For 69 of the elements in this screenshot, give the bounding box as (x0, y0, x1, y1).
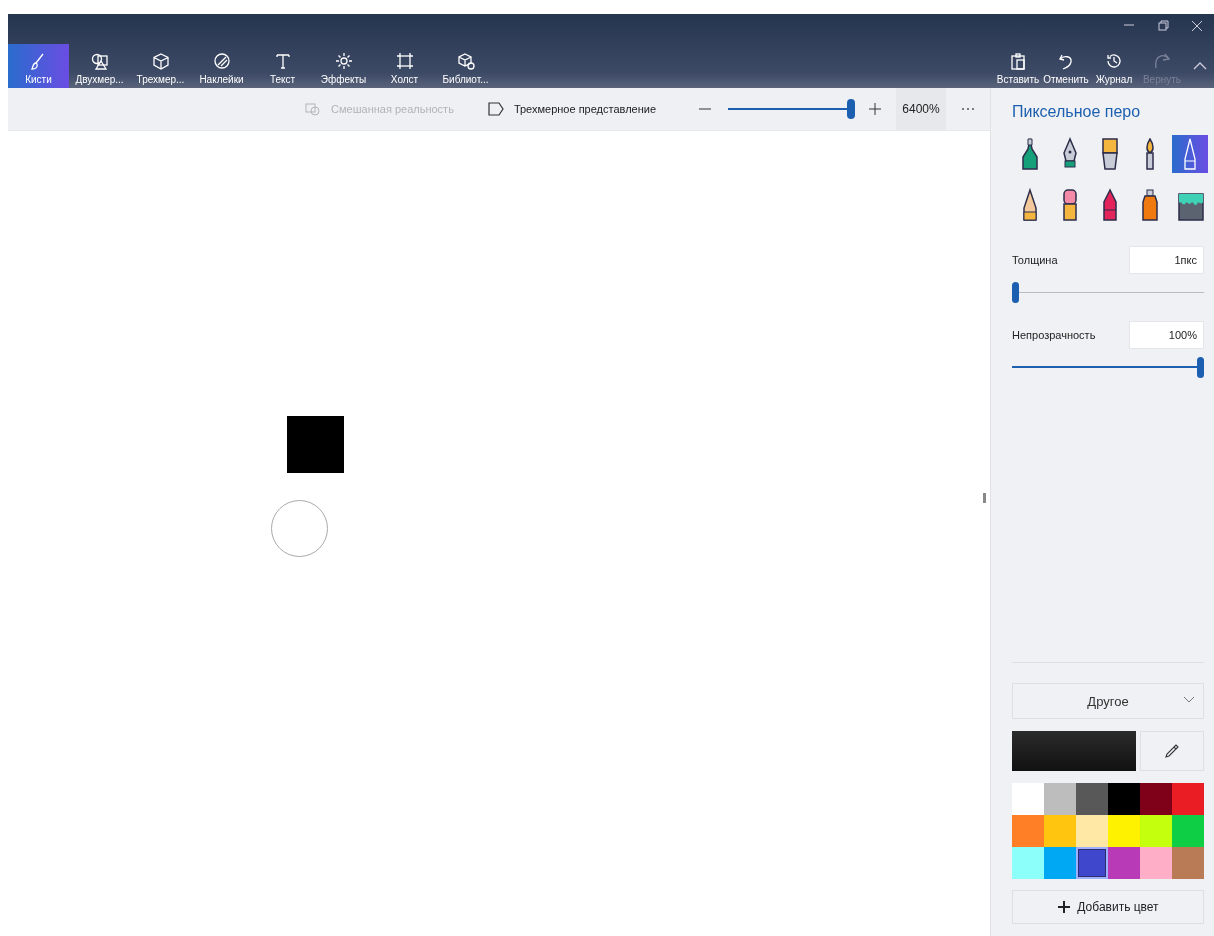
ribbon-tab[interactable]: Текст (252, 44, 313, 88)
pen-icon (1182, 138, 1198, 170)
color-swatch[interactable] (1076, 815, 1108, 847)
square-shape (287, 416, 344, 473)
color-swatch[interactable] (1172, 847, 1204, 879)
ribbon-tab[interactable]: Трехмер... (130, 44, 191, 88)
slider-thumb[interactable] (1012, 282, 1019, 303)
color-swatch[interactable] (1140, 847, 1172, 879)
shapes2d-tool-icon (90, 52, 109, 70)
color-swatch[interactable] (1108, 815, 1140, 847)
color-swatch[interactable] (1108, 783, 1140, 815)
color-swatch[interactable] (1044, 847, 1076, 879)
color-swatch[interactable] (1044, 815, 1076, 847)
opacity-label: Непрозрачность (1012, 329, 1096, 341)
plus-icon (868, 102, 882, 116)
history-icon (1105, 52, 1123, 70)
shapes3d-tool-icon (151, 52, 170, 70)
text-tool-icon (273, 52, 292, 70)
color-swatch[interactable] (1140, 815, 1172, 847)
panel-title: Пиксельное перо (1012, 103, 1142, 121)
eyedropper-icon (1164, 743, 1180, 759)
zoom-level: 6400% (896, 88, 946, 130)
opacity-slider[interactable] (1012, 357, 1204, 378)
ribbon-tab[interactable]: Холст (374, 44, 435, 88)
restore-icon (1157, 20, 1169, 32)
color-swatch[interactable] (1012, 815, 1044, 847)
thickness-label: Толщина (1012, 254, 1058, 266)
ribbon-tab[interactable]: Двухмер... (69, 44, 130, 88)
panel-resize-handle[interactable] (983, 493, 986, 503)
ribbon-tab[interactable]: Библиот... (435, 44, 496, 88)
eyedropper-button[interactable] (1140, 731, 1204, 771)
color-swatch[interactable] (1172, 815, 1204, 847)
color-swatch[interactable] (1076, 783, 1108, 815)
history-button[interactable]: Журнал (1090, 44, 1138, 88)
color-swatch[interactable] (1012, 783, 1044, 815)
undo-button[interactable]: Отменить (1042, 44, 1090, 88)
ribbon-tab[interactable]: Эффекты (313, 44, 374, 88)
more-icon (961, 107, 975, 111)
color-swatch[interactable] (1012, 847, 1044, 879)
thickness-slider[interactable] (1012, 282, 1204, 303)
canvas-tool-icon (395, 52, 414, 70)
close-icon (1191, 20, 1203, 32)
current-color-swatch[interactable] (1012, 731, 1136, 771)
color-swatch[interactable] (1044, 783, 1076, 815)
3d-view-button[interactable]: Трехмерное представление (487, 102, 656, 116)
chevron-down-icon (1183, 696, 1195, 704)
opacity-field[interactable]: 100% (1129, 321, 1204, 349)
redo-icon (1153, 52, 1171, 70)
ribbon-tab[interactable]: Наклейки (191, 44, 252, 88)
paste-button[interactable]: Вставить (994, 44, 1042, 88)
library-tool-icon (456, 52, 475, 70)
color-swatch[interactable] (1076, 847, 1108, 879)
color-swatch[interactable] (1140, 783, 1172, 815)
ribbon-tab[interactable]: Кисти (8, 44, 69, 88)
chevron-up-icon (1193, 61, 1207, 71)
paste-icon (1009, 52, 1027, 70)
color-mode-dropdown[interactable]: Другое (1012, 683, 1204, 719)
plus-icon (1057, 900, 1072, 914)
effects-tool-icon (334, 52, 353, 70)
color-swatch[interactable] (1108, 847, 1140, 879)
stickers-tool-icon (212, 52, 231, 70)
zoom-slider[interactable] (725, 99, 855, 119)
add-color-button[interactable]: Добавить цвет (1012, 890, 1204, 924)
view-icon (487, 102, 504, 116)
slider-thumb[interactable] (847, 99, 855, 119)
undo-icon (1057, 52, 1075, 70)
thickness-field[interactable]: 1пкс (1129, 246, 1204, 274)
color-swatch[interactable] (1172, 783, 1204, 815)
slider-thumb[interactable] (1197, 357, 1204, 378)
